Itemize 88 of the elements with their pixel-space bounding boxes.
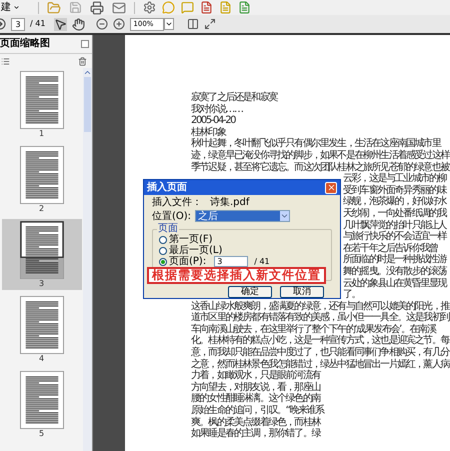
- page-thumbnail: [20, 146, 64, 204]
- text-line: 爽。枫的柔美点缀着绿色，而桂林: [191, 416, 320, 428]
- dialog-title: 插入页面: [147, 182, 187, 194]
- thumbnail-item[interactable]: 5: [2, 369, 82, 440]
- text-line: 绿舰，泡茶爆的，好似好水: [343, 196, 446, 208]
- page-number: 1: [38, 129, 44, 139]
- text-line: 化。桂林特有的糕点小吃，这是一种宣传方式，这也是迎宾之节。每: [191, 335, 450, 346]
- text-line: 车向南溪山驶去，在这里举行了整个下午的‘成果发布会’。在南溪: [191, 324, 436, 335]
- radio-button[interactable]: [159, 246, 167, 254]
- field-label: 位置(O):: [152, 210, 192, 222]
- dialog-button[interactable]: 确定: [228, 286, 272, 298]
- text-line: 天纱闹，一向处番纸调的我: [343, 208, 446, 220]
- dropdown-icon[interactable]: [164, 18, 174, 30]
- page-number-field[interactable]: 3: [11, 18, 25, 30]
- text-line: 云彩，这是与工业城市的柳: [343, 173, 446, 184]
- text-line: 桂林印象: [191, 126, 226, 138]
- text-line: 几叶飘萍觉的抬叶只能让人: [343, 220, 446, 231]
- zoom-in-icon[interactable]: [113, 18, 126, 30]
- panel-title: 页面缩略图: [0, 38, 50, 50]
- thumbnail-item[interactable]: 3: [2, 219, 82, 290]
- text-line: 寂寞了之后还是和寂寞: [191, 92, 278, 104]
- text-line: 了。: [343, 289, 360, 300]
- thumbnail-item[interactable]: 4: [2, 294, 82, 365]
- page-number-field[interactable]: 3: [214, 256, 248, 267]
- document-icon[interactable]: [238, 1, 251, 14]
- callout-label: 根据需要选择插入新文件位置: [147, 267, 326, 284]
- close-button[interactable]: [325, 182, 337, 194]
- dropdown-icon: [280, 211, 290, 221]
- caret-icon: [13, 4, 20, 11]
- text-line: 与旅行快乐的不会适宜一样: [343, 231, 446, 242]
- fit-page-icon[interactable]: [204, 18, 216, 30]
- print-icon[interactable]: [90, 0, 104, 14]
- text-line: 所面临的时是一种挑战性游: [343, 254, 446, 266]
- text-line: 如果睡是春的主调，那你错了。绿: [191, 428, 320, 440]
- select-tool-icon[interactable]: [54, 18, 68, 30]
- hand-icon[interactable]: [72, 18, 86, 30]
- page-number: 3: [38, 279, 44, 289]
- page-thumbnail: [20, 221, 64, 279]
- radio-button[interactable]: [159, 236, 167, 244]
- page-thumbnail: [20, 371, 64, 429]
- text-line: 腰的女性酣睡淋漓。这个绿色的南: [191, 393, 320, 404]
- radio-label: 页面(P):: [169, 256, 206, 267]
- page-total: / 41: [254, 256, 270, 266]
- text-line: 原始生命的追问，引叹。“晚来谁系: [191, 405, 324, 416]
- create-menu[interactable]: 建: [1, 2, 20, 14]
- page-number: 5: [38, 429, 44, 439]
- text-line: 这香山绿水般爽朗，盛满夏的绿意，还有与自然可以媲美的阳光，推: [191, 300, 450, 312]
- scrollbar[interactable]: [83, 68, 92, 451]
- radio-button[interactable]: [159, 258, 167, 266]
- settings-icon[interactable]: [143, 1, 156, 14]
- text-line: 道市区里的楼房都有错落有致的美感，虽小但一一具全。这是我初到: [191, 312, 450, 324]
- thumbnail-item[interactable]: 2: [2, 144, 82, 215]
- text-line: 方向望去，对朋友说，看，那座山: [191, 382, 320, 393]
- radio-label: 第一页(F): [169, 234, 213, 245]
- scroll-up-icon[interactable]: [83, 68, 92, 77]
- text-line: 受到车窗外面奇异秀丽的味: [343, 184, 446, 196]
- scroll-thumb[interactable]: [84, 77, 91, 132]
- text-line: 之意，然而桂林景色我怎能错过，绿丛中猛地冒出一片嫣红，薰人病: [191, 358, 450, 370]
- text-line: 舞的摇曳。没有散步的滚荡: [343, 266, 446, 278]
- text-line: 我对你说……: [191, 104, 243, 116]
- text-line: 迹，绿意早已淹没你寻找的脚步，如果不是在柳州生活着感受过这样: [191, 150, 450, 162]
- page-number: 2: [38, 204, 44, 214]
- document-icon[interactable]: [200, 1, 213, 14]
- page-thumbnail: [20, 296, 64, 354]
- group-title: 页面: [157, 223, 179, 234]
- text-line: 云处的象县山在黄昏里显现: [343, 278, 446, 290]
- mail-icon[interactable]: [112, 0, 126, 14]
- trash-icon[interactable]: [78, 56, 87, 66]
- text-line: 秋叶起舞，冬叶翻飞似乎只有偶尔里发生，生活在这座南国城市里: [191, 138, 440, 150]
- page-thumbnail: [20, 71, 64, 129]
- page-count: / 41: [30, 18, 46, 30]
- text-line: 季节迟疑，甚至将它遗忘。而这次团队桂林之旅所见苍郁的绿意也被: [191, 162, 450, 173]
- radio-label: 最后一页(L): [169, 245, 222, 256]
- text-line: 在若干年之后告诉你我曾: [343, 242, 438, 254]
- panel-menu-button[interactable]: [81, 40, 89, 48]
- text-line: 意，而我却只能在品尝中度过了，也只能看同事们争相购买，有几分: [191, 347, 450, 358]
- close-icon: [326, 183, 336, 192]
- dialog-button[interactable]: 取消: [280, 286, 324, 298]
- file-name: 诗集.pdf: [210, 197, 250, 208]
- text-line: 力着，如瞰观水，只是眼前河流有: [191, 370, 320, 382]
- thumbnail-item[interactable]: 1: [2, 69, 82, 140]
- options-icon[interactable]: [1, 56, 10, 66]
- fit-width-icon[interactable]: [187, 18, 200, 30]
- zoom-out-icon[interactable]: [96, 18, 108, 30]
- field-label: 插入文件：: [152, 197, 202, 208]
- position-dropdown[interactable]: 之后: [195, 210, 290, 222]
- page-number: 4: [38, 354, 44, 364]
- text-line: 2005-04-20: [191, 115, 236, 126]
